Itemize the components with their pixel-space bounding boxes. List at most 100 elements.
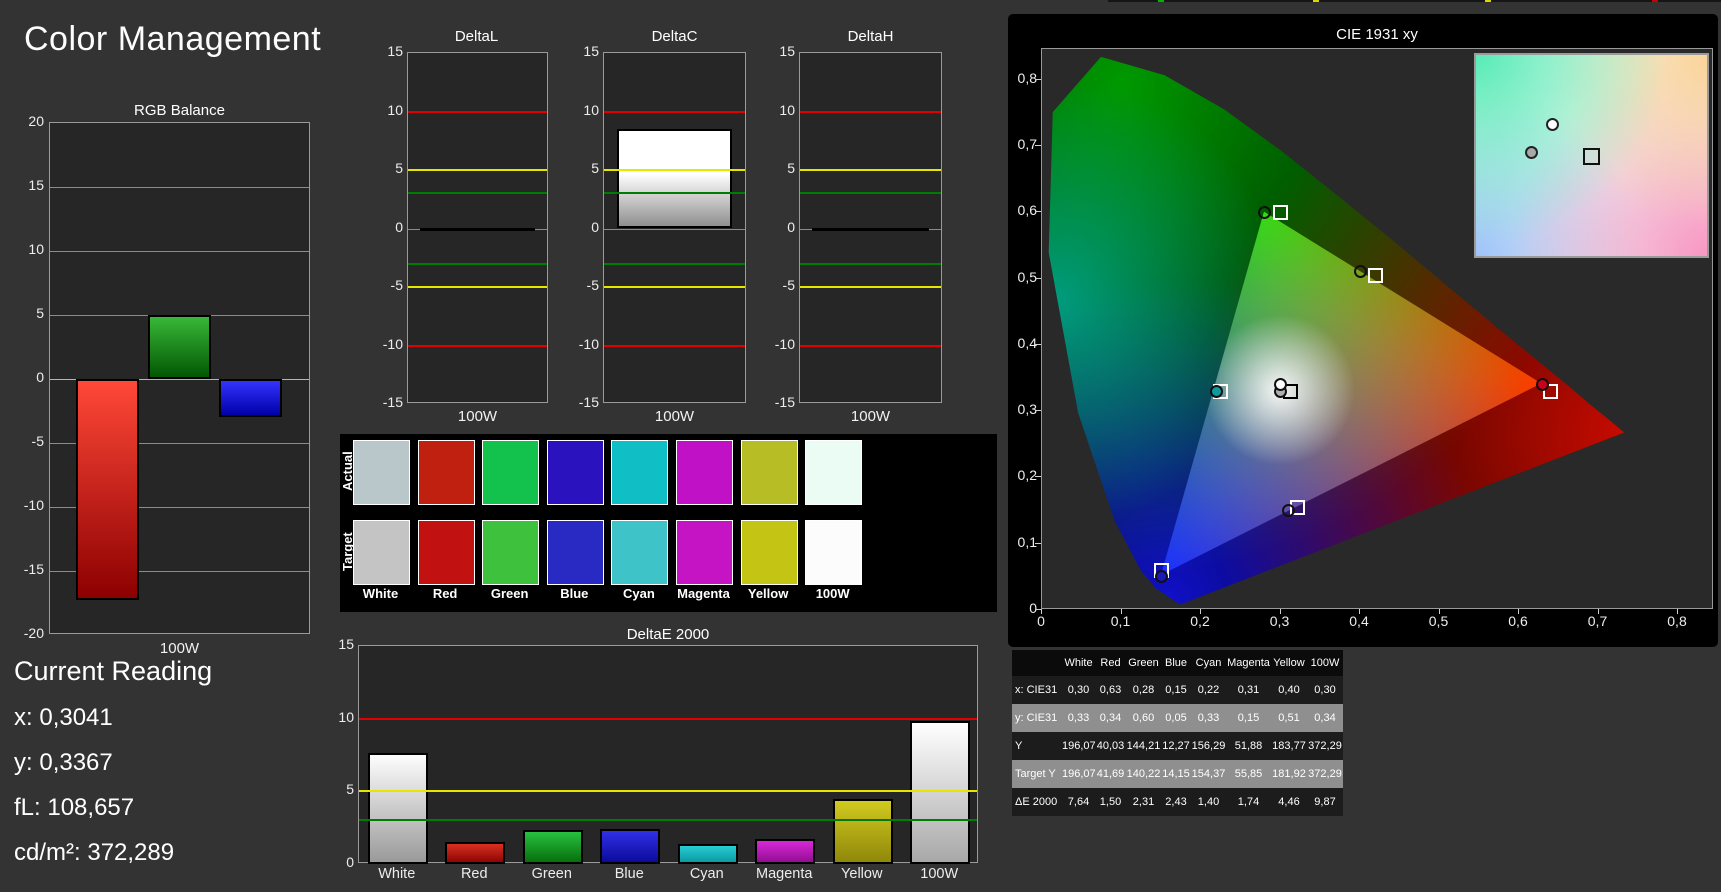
cie-x-tick: 0,7 — [1587, 613, 1608, 629]
swatch-target-magenta — [676, 520, 733, 585]
table-cell: 154,37 — [1191, 760, 1226, 788]
current-reading-heading: Current Reading — [14, 656, 213, 686]
table-header-yellow: Yellow — [1271, 650, 1307, 676]
rgb-balance-plot — [49, 122, 310, 634]
delta_l-ref-line — [408, 192, 547, 195]
inset-white-target-marker — [1583, 148, 1600, 165]
table-row-label: Target Y — [1012, 760, 1062, 788]
deltae-ref-line — [359, 790, 977, 793]
deltae-2000-title: DeltaE 2000 — [626, 626, 710, 643]
deltae-x-label: Magenta — [756, 866, 813, 882]
delta_h-y-tick: 5 — [787, 160, 795, 176]
delta_c-ref-line — [604, 344, 745, 347]
rgb-y-tick: 15 — [28, 177, 44, 193]
deltae-bar-yellow — [832, 799, 893, 864]
reading-cdm2: cd/m²: 372,289 — [14, 839, 174, 867]
table-cell: 0,51 — [1271, 704, 1307, 732]
table-cell: 196,07 — [1062, 732, 1096, 760]
cie-y-tick: 0,8 — [1017, 69, 1037, 86]
table-cell: 0,28 — [1126, 676, 1161, 704]
reading-fl-value: 108,657 — [47, 794, 135, 821]
swatch-column-label: Cyan — [622, 586, 655, 601]
cie-y-tick-mark — [1035, 78, 1041, 80]
delta_l-ref-line — [408, 344, 547, 347]
table-header-white: White — [1062, 650, 1095, 676]
cie-y-tick-mark — [1035, 609, 1041, 610]
cie-x-tick-mark — [1041, 609, 1042, 614]
rgb-balance-title: RGB Balance — [134, 102, 225, 119]
table-cell: 183,77 — [1271, 732, 1307, 760]
table-cell: 0,22 — [1191, 676, 1226, 704]
cie-y-tick: 0,1 — [1017, 533, 1037, 550]
delta_l-ref-line — [408, 169, 547, 171]
table-cell: 0,33 — [1062, 704, 1095, 732]
rgb-y-tick: -5 — [31, 433, 44, 449]
delta_l-y-tick: -15 — [382, 394, 403, 410]
cie-x-tick: 0,6 — [1508, 613, 1528, 629]
deltae-bar-green — [522, 830, 583, 864]
swatch-actual-cyan — [611, 440, 669, 505]
table-header-red: Red — [1095, 650, 1126, 676]
delta-h-title: DeltaH — [847, 28, 894, 45]
cie-measured-yellow — [1353, 265, 1367, 279]
cie-y-tick-mark — [1035, 542, 1041, 544]
delta_l-y-tick: 0 — [395, 218, 403, 235]
table-cell: 1,74 — [1226, 788, 1271, 816]
cie-y-tick: 0 — [1029, 600, 1037, 616]
swatch-actual-green — [482, 440, 540, 505]
table-cell: 0,34 — [1095, 704, 1126, 732]
delta-l-x-label: 100W — [457, 408, 498, 425]
table-cell: 196,07 — [1062, 760, 1096, 788]
color-management-screen: Color Management RGB Balance 100W DeltaL… — [0, 0, 1721, 892]
cie-x-tick-mark — [1120, 609, 1122, 614]
delta_h-y-tick: -5 — [782, 277, 795, 293]
table-header-cyan: Cyan — [1191, 650, 1226, 676]
page-title: Color Management — [24, 20, 322, 58]
cie-x-tick: 0,4 — [1349, 613, 1369, 629]
deltae-x-label: Blue — [614, 866, 644, 882]
delta_c-bar — [617, 129, 732, 229]
swatch-column-label: Magenta — [677, 586, 730, 601]
deltae-x-label: White — [378, 866, 416, 882]
table-cell: 1,50 — [1095, 788, 1126, 816]
table-cell: 0,15 — [1161, 676, 1191, 704]
cie-y-tick: 0,7 — [1017, 135, 1037, 152]
table-cell: 0,60 — [1126, 704, 1161, 732]
delta-c-plot — [603, 52, 746, 403]
cie-x-tick: 0,2 — [1190, 613, 1210, 629]
table-header-corner — [1012, 650, 1062, 676]
table-header-magenta: Magenta — [1226, 650, 1271, 676]
swatch-column-label: 100W — [815, 586, 850, 601]
delta_l-y-tick: -10 — [382, 335, 403, 352]
delta_l-ref-line — [408, 262, 547, 265]
reading-y-label: y: — [14, 749, 33, 776]
rgb-y-tick: 10 — [28, 241, 44, 257]
delta_c-ref-line — [604, 262, 745, 265]
table-cell: 9,87 — [1307, 788, 1343, 816]
delta_c-ref-line — [604, 192, 745, 195]
cie-x-tick-mark — [1438, 609, 1440, 614]
table-cell: 0,33 — [1191, 704, 1226, 732]
delta_l-ref-line — [408, 286, 547, 288]
delta_h-y-tick: 15 — [779, 43, 795, 59]
cie-y-tick: 0,5 — [1017, 268, 1037, 285]
deltae-bar-cyan — [677, 843, 738, 864]
table-cell: 156,29 — [1191, 732, 1226, 760]
delta_l-y-tick: 5 — [395, 160, 403, 176]
table-row-label: ΔE 2000 — [1012, 788, 1062, 816]
swatch-actual-blue — [546, 440, 604, 505]
delta_h-ref-line — [800, 262, 941, 265]
rgb-bar-blue — [219, 379, 282, 418]
table-cell: 55,85 — [1226, 760, 1271, 788]
deltae-y-tick: 5 — [346, 781, 354, 798]
cie-y-tick-mark — [1035, 410, 1041, 412]
table-cell: 0,63 — [1095, 676, 1126, 704]
deltae-x-label: Yellow — [841, 866, 883, 882]
cie-measured-100w — [1274, 378, 1287, 392]
cie-measured-green — [1258, 205, 1272, 219]
table-cell: 1,40 — [1191, 788, 1226, 816]
measurement-table: White Red Green Blue Cyan Magenta Yellow 100W x:… — [1012, 650, 1343, 816]
delta-c-x-label: 100W — [654, 408, 695, 425]
cie-target-green — [1273, 204, 1288, 220]
swatch-column-label: White — [362, 586, 399, 601]
